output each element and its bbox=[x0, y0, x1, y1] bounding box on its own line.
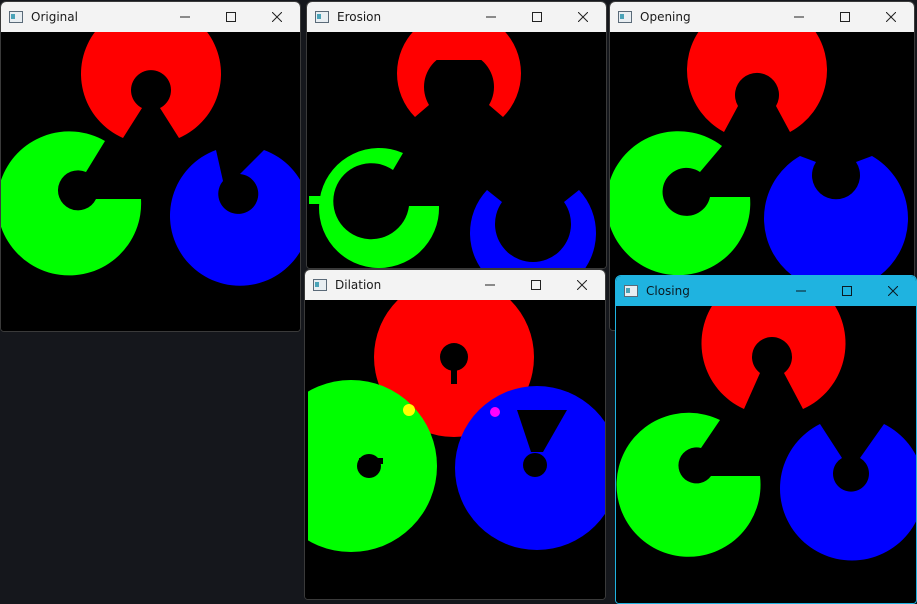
window-title: Opening bbox=[640, 10, 691, 24]
titlebar[interactable]: Original bbox=[1, 2, 300, 32]
minimize-icon bbox=[794, 16, 804, 18]
close-button[interactable] bbox=[559, 270, 605, 300]
minimize-button[interactable] bbox=[467, 270, 513, 300]
window-dilation[interactable]: Dilation bbox=[304, 269, 606, 600]
morphology-image bbox=[616, 306, 916, 561]
minimize-icon bbox=[486, 16, 496, 18]
maximize-button[interactable] bbox=[822, 2, 868, 32]
maximize-button[interactable] bbox=[824, 276, 870, 306]
green-stub bbox=[309, 196, 323, 204]
maximize-icon bbox=[226, 12, 236, 22]
red-ring bbox=[701, 306, 846, 409]
blue-ring bbox=[470, 190, 596, 268]
maximize-button[interactable] bbox=[208, 2, 254, 32]
minimize-button[interactable] bbox=[468, 2, 514, 32]
blue-hole bbox=[523, 453, 547, 477]
blue-ring bbox=[170, 150, 300, 286]
close-icon bbox=[886, 12, 896, 22]
morphology-image bbox=[1, 32, 300, 286]
window-title: Original bbox=[31, 10, 78, 24]
blue-ring bbox=[764, 156, 908, 291]
minimize-button[interactable] bbox=[778, 276, 824, 306]
app-icon bbox=[315, 11, 329, 23]
app-icon bbox=[624, 285, 638, 297]
window-title: Dilation bbox=[335, 278, 382, 292]
close-icon bbox=[272, 12, 282, 22]
app-icon bbox=[313, 279, 327, 291]
image-canvas bbox=[616, 306, 916, 603]
image-canvas bbox=[305, 300, 605, 599]
titlebar[interactable]: Closing bbox=[616, 276, 916, 306]
window-erosion[interactable]: Erosion bbox=[306, 1, 607, 269]
window-original[interactable]: Original bbox=[0, 1, 301, 332]
green-ring bbox=[616, 412, 761, 557]
red-slot bbox=[451, 358, 457, 384]
red-stem-base bbox=[435, 50, 483, 60]
close-button[interactable] bbox=[868, 2, 914, 32]
red-ring bbox=[81, 32, 221, 138]
close-button[interactable] bbox=[254, 2, 300, 32]
yellow-overlap bbox=[403, 404, 415, 416]
morphology-image bbox=[305, 300, 605, 599]
window-title: Erosion bbox=[337, 10, 382, 24]
close-icon bbox=[577, 280, 587, 290]
titlebar[interactable]: Erosion bbox=[307, 2, 606, 32]
close-icon bbox=[578, 12, 588, 22]
minimize-icon bbox=[485, 284, 495, 286]
green-hole bbox=[357, 454, 381, 478]
close-icon bbox=[888, 286, 898, 296]
morphology-image bbox=[309, 32, 596, 268]
app-icon bbox=[618, 11, 632, 23]
titlebar[interactable]: Opening bbox=[610, 2, 914, 32]
titlebar[interactable]: Dilation bbox=[305, 270, 605, 300]
window-closing[interactable]: Closing bbox=[615, 275, 917, 604]
green-ring bbox=[319, 148, 440, 268]
maximize-icon bbox=[840, 12, 850, 22]
magenta-overlap bbox=[490, 407, 500, 417]
minimize-icon bbox=[796, 290, 806, 292]
maximize-button[interactable] bbox=[514, 2, 560, 32]
red-top-bar bbox=[728, 306, 812, 316]
close-button[interactable] bbox=[870, 276, 916, 306]
blue-ring bbox=[780, 424, 916, 561]
green-ring bbox=[1, 131, 142, 276]
green-slot bbox=[359, 458, 383, 464]
minimize-button[interactable] bbox=[162, 2, 208, 32]
minimize-button[interactable] bbox=[776, 2, 822, 32]
maximize-icon bbox=[532, 12, 542, 22]
maximize-button[interactable] bbox=[513, 270, 559, 300]
green-ring bbox=[610, 131, 751, 276]
maximize-icon bbox=[842, 286, 852, 296]
minimize-icon bbox=[180, 16, 190, 18]
red-ring bbox=[687, 32, 827, 132]
image-canvas bbox=[307, 32, 606, 268]
left-edge-mask bbox=[305, 300, 308, 599]
maximize-icon bbox=[531, 280, 541, 290]
close-button[interactable] bbox=[560, 2, 606, 32]
window-title: Closing bbox=[646, 284, 690, 298]
app-icon bbox=[9, 11, 23, 23]
image-canvas bbox=[1, 32, 300, 331]
